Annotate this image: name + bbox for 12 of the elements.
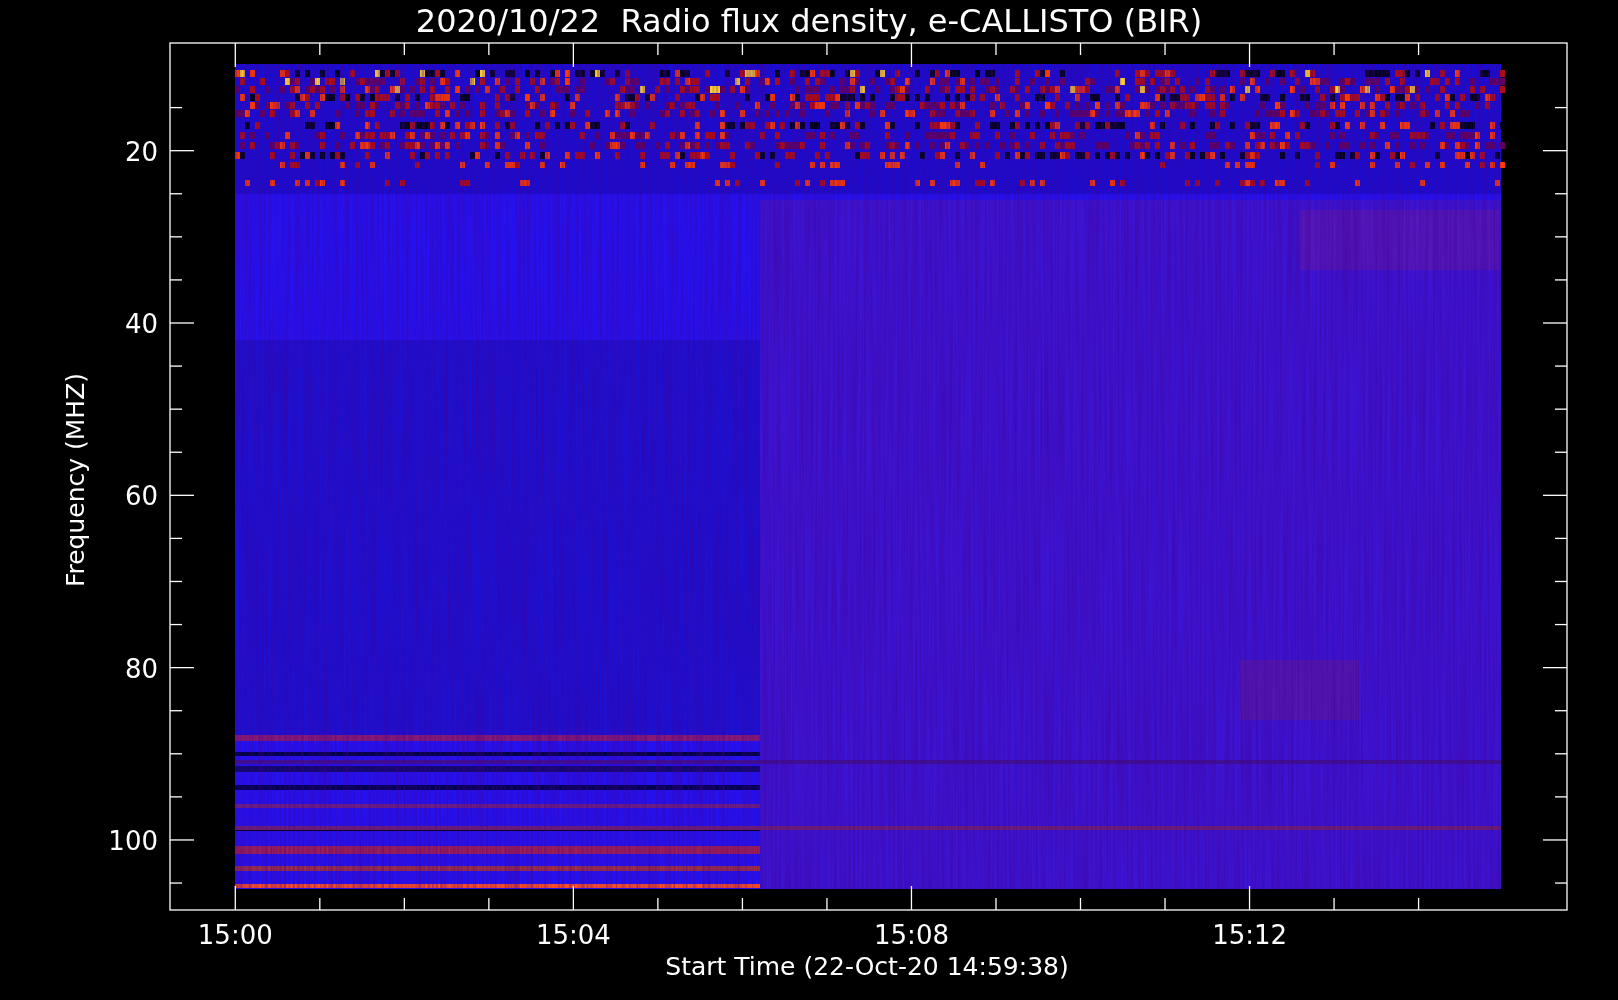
axis-tick-label: 80 xyxy=(124,653,158,684)
axis-tick-label: 15:00 xyxy=(197,920,273,950)
axis-tick-label: 100 xyxy=(108,825,158,856)
axis-tick-label: 15:12 xyxy=(1212,920,1288,950)
axis-tick-label: 20 xyxy=(124,136,158,167)
axis-tick-label: 60 xyxy=(124,481,158,512)
axis-tick-label: 15:04 xyxy=(535,920,611,950)
chart-title: 2020/10/22 Radio flux density, e-CALLISTO (BIR) xyxy=(415,2,1203,40)
axis-title: Frequency (MHZ) xyxy=(61,372,90,588)
axis-tick-label: 15:08 xyxy=(874,920,949,950)
axis-title: Start Time (22-Oct-20 14:59:38) xyxy=(665,952,1069,981)
axis-tick-label: 40 xyxy=(124,309,158,339)
